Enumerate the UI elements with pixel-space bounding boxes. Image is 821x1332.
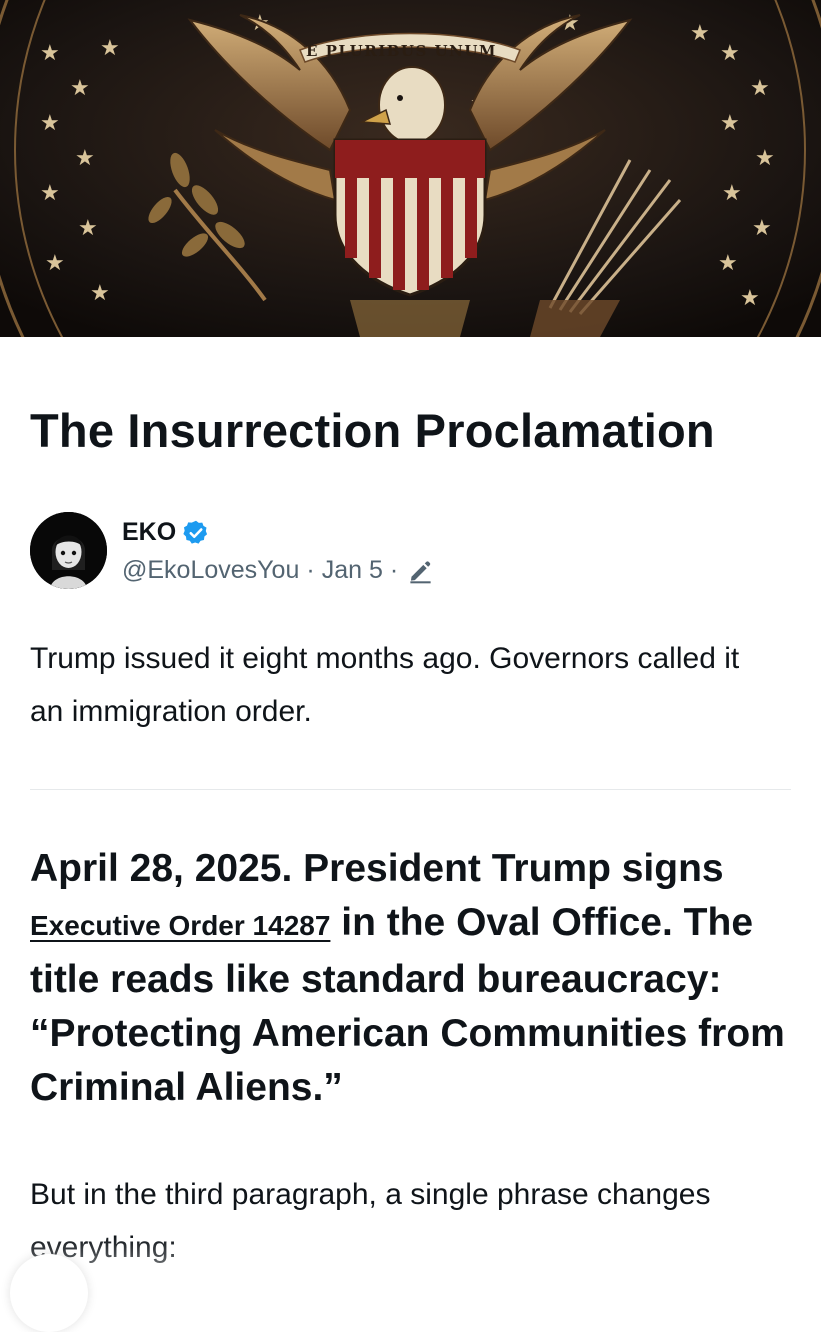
section-heading: April 28, 2025. President Trump signs Ex… bbox=[30, 842, 800, 1115]
post-date[interactable]: Jan 5 bbox=[322, 556, 383, 585]
svg-text:★: ★ bbox=[75, 146, 95, 171]
svg-text:★: ★ bbox=[750, 76, 770, 101]
edit-pencil-icon[interactable] bbox=[407, 557, 434, 584]
svg-text:★: ★ bbox=[718, 251, 738, 276]
meta-separator: · bbox=[306, 556, 315, 584]
svg-text:★: ★ bbox=[722, 181, 742, 206]
svg-text:★: ★ bbox=[45, 251, 65, 276]
body-paragraph: But in the third paragraph, a single phr… bbox=[30, 1178, 711, 1264]
eagle-seal-illustration: ★★★ ★★★ ★★★ ★★★ ★★★ ★★★ ★★★ E PLURIBUS U… bbox=[0, 0, 821, 337]
avatar-portrait-icon bbox=[30, 512, 107, 589]
divider bbox=[30, 789, 791, 790]
svg-text:★: ★ bbox=[752, 216, 772, 241]
floating-action-bubble[interactable] bbox=[10, 1254, 88, 1332]
heading-text-start: April 28, 2025. President Trump signs bbox=[30, 847, 724, 890]
intro-text: Trump issued it eight months ago. Govern… bbox=[30, 642, 740, 728]
executive-order-link[interactable]: Executive Order 14287 bbox=[30, 910, 330, 941]
author-name[interactable]: EKO bbox=[122, 518, 176, 547]
avatar[interactable] bbox=[30, 512, 107, 589]
svg-text:★: ★ bbox=[90, 281, 110, 306]
svg-text:★: ★ bbox=[740, 286, 760, 311]
svg-text:★: ★ bbox=[100, 36, 120, 61]
meta-separator: · bbox=[389, 556, 399, 584]
svg-text:★: ★ bbox=[755, 146, 775, 171]
author-handle[interactable]: @EkoLovesYou bbox=[122, 556, 299, 585]
svg-text:★: ★ bbox=[720, 111, 740, 136]
article-title: The Insurrection Proclamation bbox=[30, 404, 715, 457]
svg-text:★: ★ bbox=[40, 41, 60, 66]
cover-image: ★★★ ★★★ ★★★ ★★★ ★★★ ★★★ ★★★ E PLURIBUS U… bbox=[0, 0, 821, 337]
verified-badge-icon bbox=[183, 520, 208, 544]
svg-text:★: ★ bbox=[70, 76, 90, 101]
svg-text:★: ★ bbox=[78, 216, 98, 241]
svg-text:★: ★ bbox=[40, 111, 60, 136]
banner-motto: E PLURIBUS UNUM bbox=[306, 42, 497, 60]
author-meta-row: @EkoLovesYou · Jan 5 · bbox=[122, 556, 434, 585]
svg-text:★: ★ bbox=[690, 21, 710, 46]
svg-text:★: ★ bbox=[720, 41, 740, 66]
author-name-row: EKO bbox=[122, 518, 210, 547]
author-block: EKO @EkoLovesYou · Jan 5 · bbox=[30, 512, 790, 592]
svg-text:★: ★ bbox=[40, 181, 60, 206]
